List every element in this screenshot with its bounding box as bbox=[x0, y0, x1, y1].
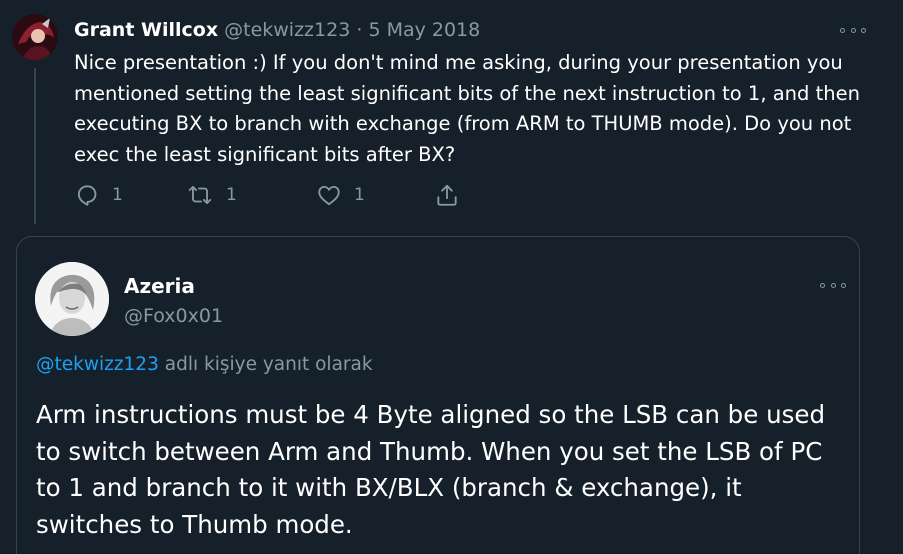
reply-button[interactable]: 1 bbox=[74, 182, 186, 208]
reply-author-name[interactable]: Azeria bbox=[124, 273, 195, 299]
parent-more-icon[interactable] bbox=[840, 23, 866, 37]
reply-count: 1 bbox=[112, 185, 123, 205]
parent-header: Grant Willcox @tekwizz123 · 5 May 2018 bbox=[74, 17, 480, 43]
parent-author-name[interactable]: Grant Willcox bbox=[74, 19, 218, 41]
like-count: 1 bbox=[354, 185, 365, 205]
retweet-count: 1 bbox=[226, 185, 237, 205]
reply-more-icon[interactable] bbox=[820, 278, 846, 292]
replying-to-mention[interactable]: @tekwizz123 bbox=[36, 354, 159, 375]
reply-author-handle[interactable]: @Fox0x01 bbox=[124, 303, 223, 329]
retweet-button[interactable]: 1 bbox=[186, 182, 316, 208]
header-separator: · bbox=[356, 19, 363, 41]
parent-author-handle[interactable]: @tekwizz123 bbox=[224, 19, 350, 41]
parent-tweet-text: Nice presentation :) If you don't mind m… bbox=[74, 51, 860, 166]
share-icon bbox=[437, 184, 457, 206]
like-button[interactable]: 1 bbox=[316, 182, 434, 208]
heart-icon bbox=[318, 185, 340, 206]
reply-icon bbox=[77, 185, 97, 206]
replying-to-line: @tekwizz123 adlı kişiye yanıt olarak bbox=[36, 352, 373, 378]
reply-tweet-text: Arm instructions must be 4 Byte aligned … bbox=[36, 400, 826, 539]
thread-connector-line bbox=[34, 68, 36, 224]
retweet-icon bbox=[188, 185, 212, 205]
parent-avatar[interactable] bbox=[12, 14, 58, 60]
parent-action-bar: 1 1 1 bbox=[74, 180, 460, 210]
parent-date[interactable]: 5 May 2018 bbox=[368, 19, 480, 41]
reply-avatar[interactable] bbox=[35, 262, 109, 336]
share-button[interactable] bbox=[434, 182, 460, 208]
tweet-thread: Grant Willcox @tekwizz123 · 5 May 2018 N… bbox=[0, 0, 903, 554]
replying-to-label: adlı kişiye yanıt olarak bbox=[164, 354, 373, 375]
